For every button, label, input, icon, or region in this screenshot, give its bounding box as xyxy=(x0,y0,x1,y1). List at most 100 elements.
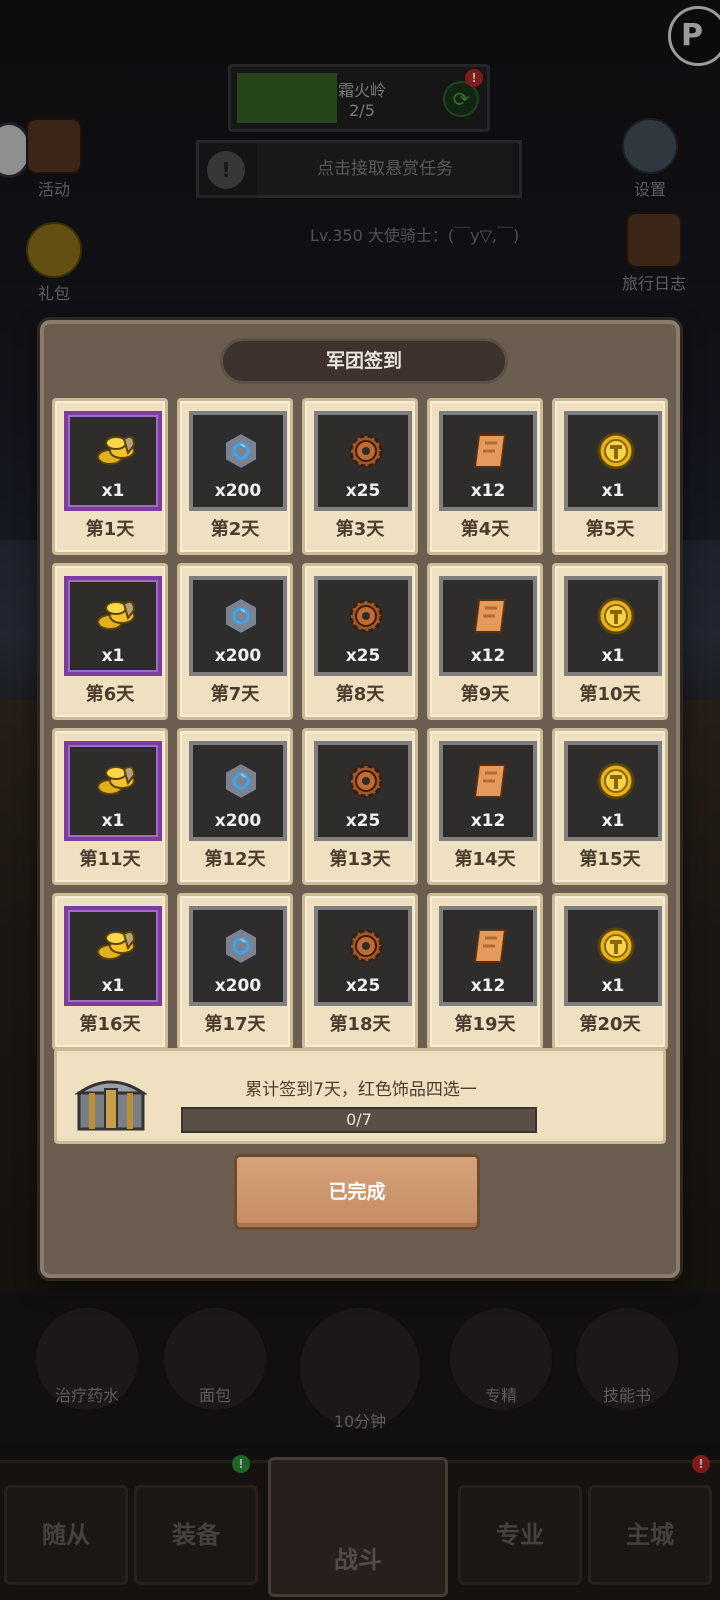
checkin-day-card[interactable]: x1 第6天 xyxy=(52,563,168,720)
reward-quantity: x12 xyxy=(470,646,506,666)
modal-title: 军团签到 xyxy=(220,338,508,384)
cumulative-progress-text: 0/7 xyxy=(346,1110,372,1129)
reward-item-slot: x1 xyxy=(64,411,162,511)
checkin-day-card[interactable]: x25 第18天 xyxy=(302,893,418,1050)
checkin-day-card[interactable]: x1 第10天 xyxy=(552,563,668,720)
cumulative-progress-bar: 0/7 xyxy=(181,1107,537,1133)
day-label: 第3天 xyxy=(335,519,385,540)
reward-quantity: x12 xyxy=(470,976,506,996)
reward-quantity: x1 xyxy=(101,976,125,996)
reward-quantity: x1 xyxy=(601,811,625,831)
checkin-day-card[interactable]: x200 第2天 xyxy=(177,398,293,555)
reward-item-slot: x12 xyxy=(439,906,537,1006)
reward-item-slot: x1 xyxy=(64,906,162,1006)
reward-quantity: x25 xyxy=(345,811,381,831)
stone-icon xyxy=(219,924,263,968)
day-label: 第19天 xyxy=(454,1014,516,1035)
reward-item-slot: x12 xyxy=(439,576,537,676)
reward-quantity: x1 xyxy=(601,646,625,666)
scroll-icon xyxy=(469,429,513,473)
checkin-day-card[interactable]: x1 第1天 xyxy=(52,398,168,555)
checkin-day-card[interactable]: x25 第8天 xyxy=(302,563,418,720)
reward-item-slot: x25 xyxy=(314,906,412,1006)
reward-item-slot: x25 xyxy=(314,411,412,511)
checkin-day-card[interactable]: x12 第9天 xyxy=(427,563,543,720)
stone-icon xyxy=(219,594,263,638)
checkin-day-card[interactable]: x200 第7天 xyxy=(177,563,293,720)
scroll-icon xyxy=(469,759,513,803)
checkin-day-card[interactable]: x25 第3天 xyxy=(302,398,418,555)
gold-coins-icon xyxy=(94,759,138,803)
day-label: 第6天 xyxy=(85,684,135,705)
done-button[interactable]: 已完成 xyxy=(234,1154,480,1230)
scroll-icon xyxy=(469,924,513,968)
medal-icon xyxy=(594,759,638,803)
legion-checkin-modal: 军团签到 x1 第1天 x200 第2天 x25 第3天 x12 第4天 x1 第5天 x1 第6天 x… xyxy=(40,320,680,1278)
gear-icon xyxy=(344,924,388,968)
reward-item-slot: x25 xyxy=(314,741,412,841)
checkin-day-card[interactable]: x200 第17天 xyxy=(177,893,293,1050)
checkin-day-card[interactable]: x1 第5天 xyxy=(552,398,668,555)
gold-coins-icon xyxy=(94,924,138,968)
checkin-day-card[interactable]: x12 第4天 xyxy=(427,398,543,555)
reward-item-slot: x1 xyxy=(564,576,662,676)
reward-quantity: x1 xyxy=(601,481,625,501)
reward-quantity: x1 xyxy=(601,976,625,996)
reward-quantity: x25 xyxy=(345,976,381,996)
day-label: 第2天 xyxy=(210,519,260,540)
scroll-icon xyxy=(469,594,513,638)
reward-item-slot: x200 xyxy=(189,741,287,841)
day-label: 第12天 xyxy=(204,849,266,870)
day-label: 第4天 xyxy=(460,519,510,540)
gear-icon xyxy=(344,759,388,803)
day-label: 第9天 xyxy=(460,684,510,705)
day-label: 第10天 xyxy=(579,684,641,705)
reward-quantity: x1 xyxy=(101,811,125,831)
checkin-day-card[interactable]: x200 第12天 xyxy=(177,728,293,885)
reward-item-slot: x1 xyxy=(564,741,662,841)
reward-item-slot: x200 xyxy=(189,576,287,676)
reward-quantity: x200 xyxy=(214,481,262,501)
reward-item-slot: x12 xyxy=(439,741,537,841)
medal-icon xyxy=(594,429,638,473)
day-label: 第8天 xyxy=(335,684,385,705)
reward-quantity: x12 xyxy=(470,481,506,501)
reward-item-slot: x1 xyxy=(564,411,662,511)
reward-quantity: x200 xyxy=(214,976,262,996)
reward-quantity: x1 xyxy=(101,481,125,501)
checkin-day-card[interactable]: x1 第20天 xyxy=(552,893,668,1050)
checkin-day-card[interactable]: x1 第11天 xyxy=(52,728,168,885)
reward-item-slot: x25 xyxy=(314,576,412,676)
checkin-day-card[interactable]: x1 第16天 xyxy=(52,893,168,1050)
day-label: 第1天 xyxy=(85,519,135,540)
reward-item-slot: x1 xyxy=(64,576,162,676)
medal-icon xyxy=(594,594,638,638)
checkin-day-card[interactable]: x25 第13天 xyxy=(302,728,418,885)
cumulative-reward-panel[interactable]: 累计签到7天，红色饰品四选一 0/7 xyxy=(54,1048,666,1144)
reward-item-slot: x200 xyxy=(189,411,287,511)
day-label: 第15天 xyxy=(579,849,641,870)
medal-icon xyxy=(594,924,638,968)
day-label: 第11天 xyxy=(79,849,141,870)
reward-item-slot: x1 xyxy=(64,741,162,841)
day-label: 第14天 xyxy=(454,849,516,870)
gold-coins-icon xyxy=(94,594,138,638)
reward-quantity: x1 xyxy=(101,646,125,666)
stone-icon xyxy=(219,429,263,473)
reward-item-slot: x1 xyxy=(564,906,662,1006)
checkin-day-card[interactable]: x1 第15天 xyxy=(552,728,668,885)
reward-quantity: x200 xyxy=(214,811,262,831)
day-label: 第13天 xyxy=(329,849,391,870)
checkin-day-card[interactable]: x12 第19天 xyxy=(427,893,543,1050)
day-label: 第18天 xyxy=(329,1014,391,1035)
reward-quantity: x200 xyxy=(214,646,262,666)
checkin-day-card[interactable]: x12 第14天 xyxy=(427,728,543,885)
day-label: 第17天 xyxy=(204,1014,266,1035)
treasure-chest-icon xyxy=(75,1080,147,1131)
reward-quantity: x25 xyxy=(345,481,381,501)
day-label: 第5天 xyxy=(585,519,635,540)
reward-item-slot: x200 xyxy=(189,906,287,1006)
gear-icon xyxy=(344,594,388,638)
reward-item-slot: x12 xyxy=(439,411,537,511)
reward-quantity: x12 xyxy=(470,811,506,831)
